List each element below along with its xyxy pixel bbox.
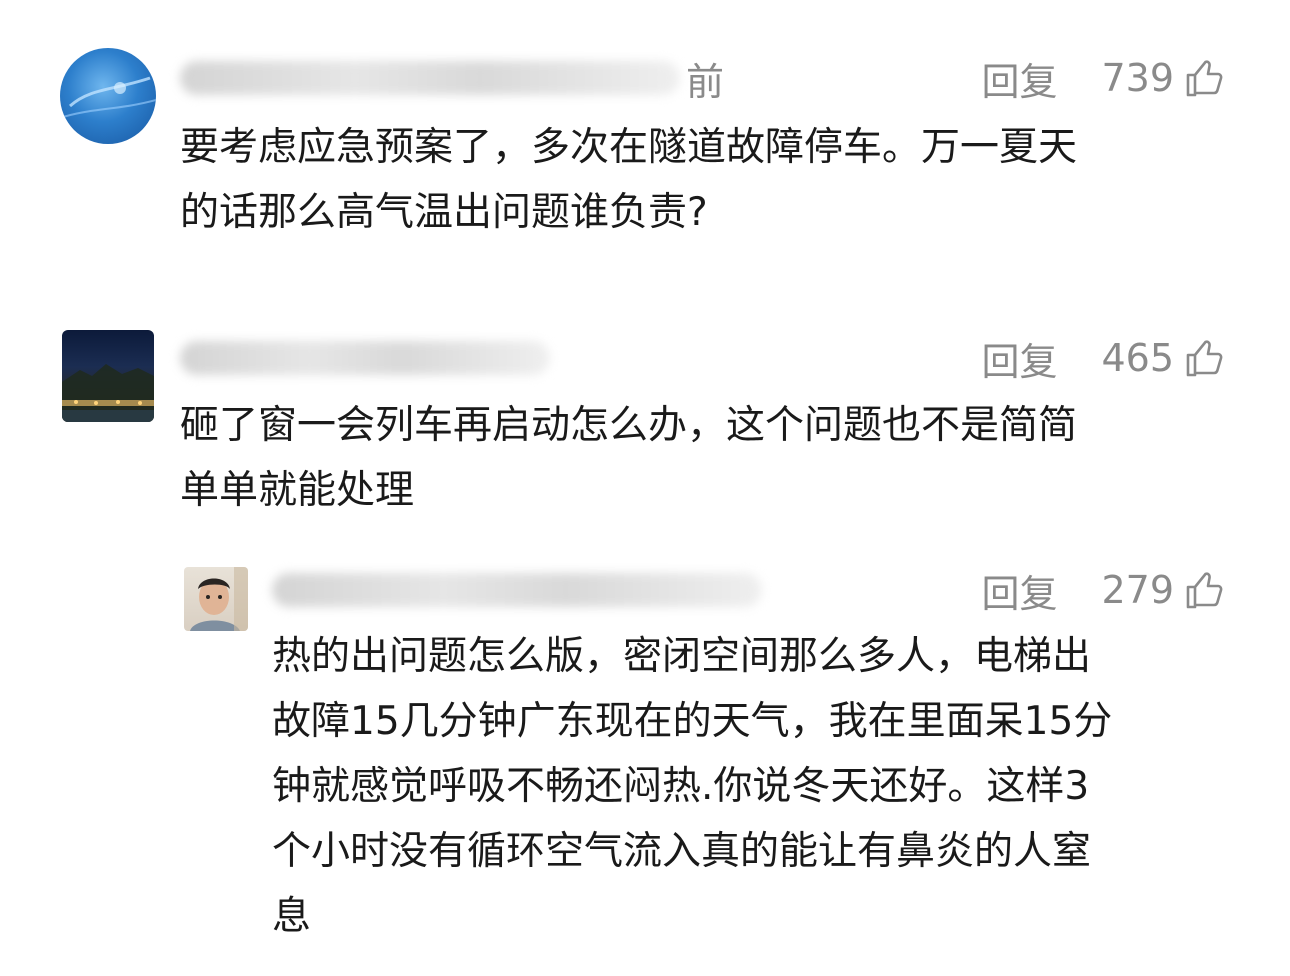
username[interactable] bbox=[272, 568, 768, 612]
comment-line: 个小时没有循环空气流入真的能让有鼻炎的人窒 bbox=[272, 829, 1092, 874]
comment-text: 热的出问题怎么版，密闭空间那么多人，电梯出 故障15几分钟广东现在的天气，我在里… bbox=[272, 624, 1112, 949]
reply-comment-item: 回复 279 热的出问题怎么版，密闭空间那么多人，电梯出 故障15几分钟广东现在… bbox=[0, 0, 1290, 976]
comment-line: 故障15几分钟广东现在的天气，我在里面呆15分 bbox=[272, 699, 1113, 744]
blurred-username bbox=[272, 573, 762, 607]
reply-button[interactable]: 回复 bbox=[981, 563, 1057, 618]
comment-line: 热的出问题怎么版，密闭空间那么多人，电梯出 bbox=[272, 634, 1092, 679]
comment-line: 钟就感觉呼吸不畅还闷热.你说冬天还好。这样3 bbox=[272, 764, 1090, 809]
like-count: 279 bbox=[1101, 568, 1174, 612]
avatar[interactable] bbox=[184, 567, 248, 631]
comment-actions: 回复 279 bbox=[981, 568, 1224, 616]
comment-line: 息 bbox=[272, 894, 312, 939]
thumbs-up-icon[interactable] bbox=[1184, 570, 1224, 610]
